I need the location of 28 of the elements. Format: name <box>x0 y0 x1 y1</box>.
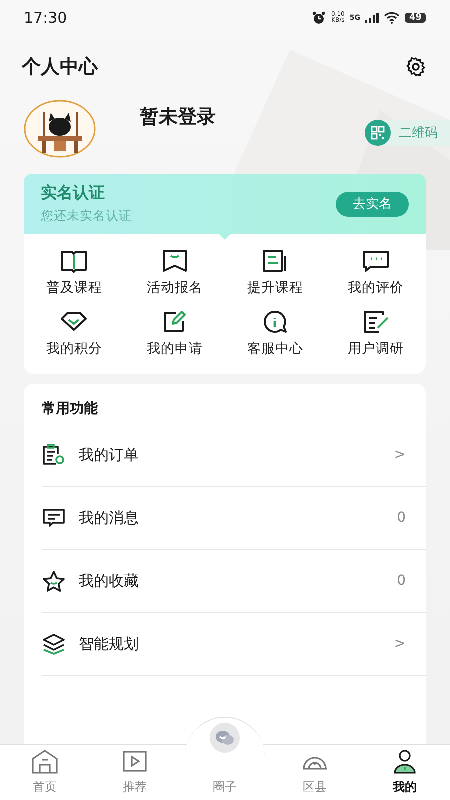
section-title: 常用功能 <box>42 400 98 418</box>
menu-row[interactable]: 我的消息 0 <box>42 487 426 550</box>
feature-item[interactable]: 提升课程 <box>225 248 326 297</box>
nav-tab[interactable]: 圈子 <box>190 723 260 796</box>
feature-item[interactable]: 用户调研 <box>326 309 426 358</box>
nav-tab[interactable]: 我的 <box>370 747 440 796</box>
page-title: 个人中心 <box>22 55 98 80</box>
feature-item[interactable]: 我的申请 <box>124 309 225 358</box>
menu-row[interactable]: 我的收藏 0 <box>42 550 426 613</box>
feature-item[interactable]: 活动报名 <box>124 248 225 297</box>
menu-row[interactable]: 我的订单 > <box>42 424 426 487</box>
nav-tab[interactable]: 区县 <box>280 747 350 796</box>
feature-item[interactable]: 我的积分 <box>24 309 124 358</box>
verify-subtitle: 您还未实名认证 <box>41 208 132 225</box>
row-value: 0 <box>397 510 406 526</box>
nav-tab[interactable]: 首页 <box>10 747 80 796</box>
feature-item[interactable]: 客服中心 <box>225 309 326 358</box>
feature-item[interactable]: 我的评价 <box>326 248 426 297</box>
verify-title: 实名认证 <box>41 183 106 204</box>
menu-row[interactable]: 智能规划 > <box>42 613 426 676</box>
row-value: > <box>394 636 406 652</box>
user-name: 暂未登录 <box>140 105 217 130</box>
nav-tab[interactable]: 推荐 <box>100 747 170 796</box>
row-value: 0 <box>397 573 406 589</box>
row-value: > <box>394 447 406 463</box>
status-time: 17:30 <box>24 9 68 27</box>
battery-level: 49 <box>405 13 426 23</box>
feature-item[interactable]: 普及课程 <box>24 248 124 297</box>
